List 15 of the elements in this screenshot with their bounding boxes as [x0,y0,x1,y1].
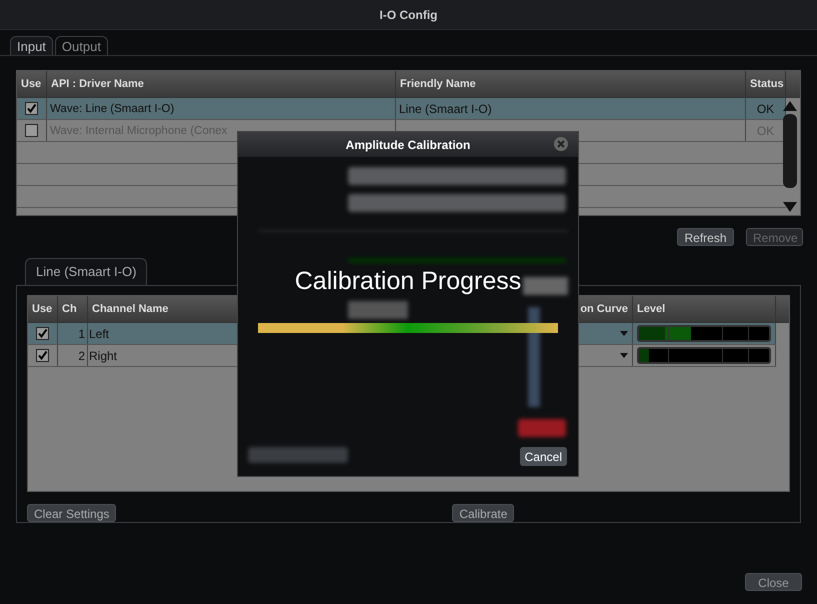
column-header: Level [633,296,776,322]
table-cell: Wave: Line (Smaart I-O) [47,98,396,119]
table-cell-text: Line (Smaart I-O) [399,100,492,118]
column-header: Use [17,71,47,97]
column-header: Status [746,71,786,97]
column-header: Friendly Name [396,71,746,97]
window-title: I-O Config [380,6,438,24]
column-header: Ch [58,296,88,322]
table-cell-text: Right [89,348,118,364]
progress-title: Calibration Progress [294,266,522,297]
table-cell-text: Left [89,326,110,342]
column-header: API : Driver Name [47,71,396,97]
column-header: Use [28,296,58,322]
table-cell: 1 [58,323,88,344]
table-cell: 2 [58,345,88,366]
